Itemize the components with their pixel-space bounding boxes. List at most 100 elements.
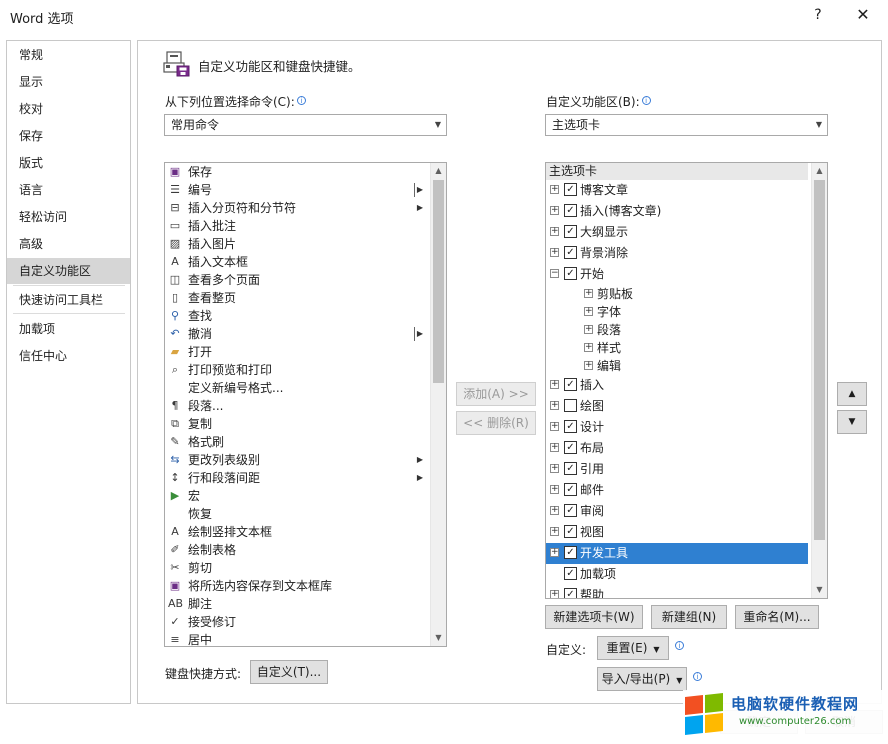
command-item[interactable]: ✐ 绘制表格 [165,541,431,559]
ribbon-group-item[interactable]: + 剪贴板 [546,285,808,303]
command-item[interactable]: ▯ 查看整页 [165,289,431,307]
ribbon-tab-item[interactable]: + ✓ 插入 [546,375,808,396]
command-item[interactable]: ↕ 行和段落间距 ▶ [165,469,431,487]
new-tab-button[interactable]: 新建选项卡(W) [545,605,643,629]
scroll-down-icon[interactable]: ▼ [431,630,446,646]
expand-icon[interactable]: + [584,307,593,316]
nav-item[interactable]: 高级 [7,231,130,257]
checkbox-checked[interactable]: ✓ [564,546,577,559]
checkbox-checked[interactable]: ✓ [564,462,577,475]
customize-ribbon-dropdown[interactable]: 主选项卡 ▼ [545,114,828,136]
command-item[interactable]: ◫ 查看多个页面 [165,271,431,289]
expand-icon[interactable]: + [550,185,559,194]
expand-icon[interactable]: + [550,401,559,410]
expand-icon[interactable]: + [550,422,559,431]
nav-item[interactable]: 自定义功能区 [7,258,130,284]
ribbon-tab-item[interactable]: + ✓ 背景消除 [546,243,808,264]
ribbon-tab-item[interactable]: + ✓ 审阅 [546,501,808,522]
checkbox-unchecked[interactable] [564,399,577,412]
ribbon-tab-item[interactable]: ✓ 加载项 [546,564,808,585]
new-group-button[interactable]: 新建组(N) [651,605,727,629]
nav-item[interactable]: 校对 [7,96,130,122]
ribbon-tab-item[interactable]: + ✓ 博客文章 [546,180,808,201]
ribbon-tab-item[interactable]: + ✓ 设计 [546,417,808,438]
move-up-button[interactable]: ▲ [837,382,867,406]
command-item[interactable]: ⊟ 插入分页符和分节符 ▶ [165,199,431,217]
command-item[interactable]: 恢复 [165,505,431,523]
command-item[interactable]: ▶ 宏 [165,487,431,505]
ribbon-tab-item[interactable]: + ✓ 引用 [546,459,808,480]
command-item[interactable]: ▣ 保存 [165,163,431,181]
nav-item[interactable]: 加载项 [7,316,130,342]
checkbox-checked[interactable]: ✓ [564,225,577,238]
expand-icon[interactable]: + [550,590,559,598]
scroll-up-icon[interactable]: ▲ [431,163,446,179]
scroll-thumb[interactable] [814,180,825,540]
expand-icon[interactable]: + [550,227,559,236]
ribbon-tabs-tree[interactable]: 主选项卡 + ✓ 博客文章 + ✓ 插入(博客文章) + ✓ 大纲显示 + ✓ 背景消除 − ✓ 开始 + 剪贴… [545,162,828,599]
checkbox-checked[interactable]: ✓ [564,183,577,196]
reset-button[interactable]: 重置(E) ▼ [597,636,669,660]
expand-icon[interactable]: + [550,380,559,389]
tree-scrollbar[interactable]: ▲ ▼ [811,163,827,598]
nav-item[interactable]: 常规 [7,42,130,68]
ribbon-group-item[interactable]: + 样式 [546,339,808,357]
checkbox-checked[interactable]: ✓ [564,441,577,454]
command-item[interactable]: ✎ 格式刷 [165,433,431,451]
ribbon-tab-item[interactable]: + ✓ 帮助 [546,585,808,598]
commands-scrollbar[interactable]: ▲ ▼ [430,163,446,646]
ribbon-tab-item[interactable]: − ✓ 开始 [546,264,808,285]
command-item[interactable]: ✂ 剪切 [165,559,431,577]
checkbox-checked[interactable]: ✓ [564,588,577,598]
checkbox-checked[interactable]: ✓ [564,525,577,538]
move-down-button[interactable]: ▼ [837,410,867,434]
rename-button[interactable]: 重命名(M)... [735,605,819,629]
add-button[interactable]: 添加(A) >> [456,382,536,406]
expand-icon[interactable]: + [550,464,559,473]
nav-item[interactable]: 显示 [7,69,130,95]
nav-item[interactable]: 快速访问工具栏 [7,287,130,313]
ribbon-tab-item[interactable]: + ✓ 邮件 [546,480,808,501]
command-item[interactable]: ✓ 接受修订 [165,613,431,631]
checkbox-checked[interactable]: ✓ [564,483,577,496]
collapse-icon[interactable]: − [550,269,559,278]
ribbon-tab-item[interactable]: + ✓ 插入(博客文章) [546,201,808,222]
checkbox-checked[interactable]: ✓ [564,204,577,217]
ribbon-group-item[interactable]: + 段落 [546,321,808,339]
ribbon-tab-item[interactable]: + ✓ 开发工具 [546,543,808,564]
expand-icon[interactable]: + [550,527,559,536]
checkbox-checked[interactable]: ✓ [564,378,577,391]
import-export-button[interactable]: 导入/导出(P) ▼ [597,667,687,691]
checkbox-checked[interactable]: ✓ [564,567,577,580]
ribbon-group-item[interactable]: + 字体 [546,303,808,321]
commands-list[interactable]: ▣ 保存 ☰ 编号 ▶ ⊟ 插入分页符和分节符 ▶ ▭ 插入批注 ▨ 插入图片 A 插入文本框 ◫ 查看多个页… [164,162,447,647]
expand-icon[interactable]: + [584,289,593,298]
command-item[interactable]: ≡ 居中 [165,631,431,646]
close-icon[interactable]: ✕ [852,5,874,24]
command-item[interactable]: AB 脚注 [165,595,431,613]
ribbon-tab-item[interactable]: + ✓ 视图 [546,522,808,543]
command-item[interactable]: ☰ 编号 ▶ [165,181,431,199]
ribbon-tab-item[interactable]: + 绘图 [546,396,808,417]
checkbox-checked[interactable]: ✓ [564,267,577,280]
checkbox-checked[interactable]: ✓ [564,420,577,433]
command-item[interactable]: ▣ 将所选内容保存到文本框库 [165,577,431,595]
command-item[interactable]: ⧉ 复制 [165,415,431,433]
command-item[interactable]: ↶ 撤消 ▶ [165,325,431,343]
expand-icon[interactable]: + [550,206,559,215]
expand-icon[interactable]: + [584,361,593,370]
expand-icon[interactable]: + [550,485,559,494]
expand-icon[interactable]: + [584,325,593,334]
scroll-down-icon[interactable]: ▼ [812,582,827,598]
expand-icon[interactable]: + [550,248,559,257]
command-item[interactable]: ⇆ 更改列表级别 ▶ [165,451,431,469]
expand-icon[interactable]: + [550,548,559,557]
checkbox-checked[interactable]: ✓ [564,246,577,259]
checkbox-checked[interactable]: ✓ [564,504,577,517]
expand-icon[interactable]: + [550,506,559,515]
customize-shortcuts-button[interactable]: 自定义(T)... [250,660,328,684]
help-icon[interactable]: ? [808,7,828,23]
nav-item[interactable]: 版式 [7,150,130,176]
choose-commands-dropdown[interactable]: 常用命令 ▼ [164,114,447,136]
command-item[interactable]: A 插入文本框 [165,253,431,271]
